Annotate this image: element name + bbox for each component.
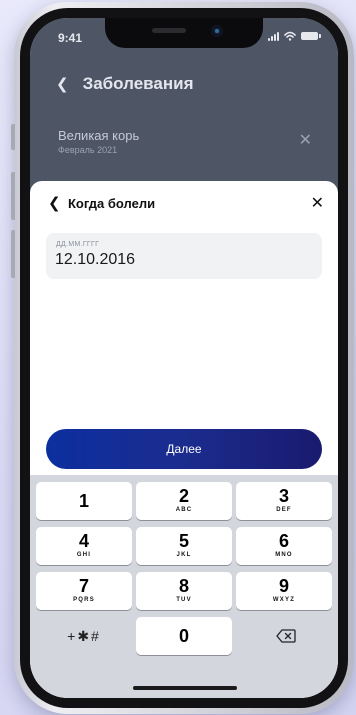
- key-5[interactable]: 5 JKL: [136, 527, 232, 565]
- disease-item-date: Февраль 2021: [58, 145, 118, 155]
- notch: [105, 18, 263, 48]
- delete-backspace-icon: [276, 629, 296, 643]
- key-2[interactable]: 2 ABC: [136, 482, 232, 520]
- volume-up-button: [11, 172, 15, 220]
- speaker-grille: [152, 28, 186, 33]
- background-header: ❮ Заболевания: [56, 74, 194, 94]
- key-digit: 6: [278, 531, 289, 551]
- key-digit: 0: [178, 626, 189, 646]
- status-icons: [268, 31, 321, 41]
- key-digit: 7: [78, 576, 89, 596]
- close-icon[interactable]: ✕: [299, 130, 312, 150]
- key-digit: 1: [78, 491, 89, 511]
- key-digit: 4: [78, 531, 89, 551]
- disease-item-name: Великая корь: [58, 128, 140, 143]
- close-icon[interactable]: ✕: [311, 193, 324, 213]
- back-chevron-icon[interactable]: ❮: [48, 194, 61, 212]
- symbols-key[interactable]: +✱#: [36, 617, 132, 655]
- key-8[interactable]: 8 TUV: [136, 572, 232, 610]
- back-chevron-icon[interactable]: ❮: [56, 75, 69, 93]
- key-letters: GHI: [76, 552, 92, 558]
- battery-icon: [301, 32, 321, 40]
- key-letters: PQRS: [73, 597, 95, 603]
- key-letters: MNO: [275, 552, 293, 558]
- key-7[interactable]: 7 PQRS: [36, 572, 132, 610]
- symbols-label: +✱#: [67, 628, 101, 644]
- date-input-value[interactable]: 12.10.2016: [55, 251, 135, 269]
- key-0[interactable]: 0: [136, 617, 232, 655]
- background-page-title: Заболевания: [82, 74, 194, 93]
- key-letters: DEF: [276, 507, 292, 513]
- key-letters: WXYZ: [272, 597, 296, 603]
- wifi-icon: [284, 31, 296, 41]
- home-indicator: [133, 686, 237, 690]
- key-letters: JKL: [176, 552, 192, 558]
- key-digit: 2: [178, 486, 189, 506]
- status-time: 9:41: [58, 31, 83, 45]
- key-1[interactable]: 1: [36, 482, 132, 520]
- sheet-header: ❮ Когда болели ✕: [30, 181, 338, 227]
- screen: 9:41 ❮ Заболевания Великая корь Февраль …: [30, 18, 338, 698]
- key-digit: 5: [178, 531, 189, 551]
- key-3[interactable]: 3 DEF: [236, 482, 332, 520]
- date-format-hint: ДД.ММ.ГГГГ: [56, 241, 100, 248]
- key-digit: 8: [178, 576, 189, 596]
- key-letters: TUV: [176, 597, 192, 603]
- date-bottom-sheet: ❮ Когда болели ✕ ДД.ММ.ГГГГ 12.10.2016 Д…: [30, 181, 338, 698]
- key-6[interactable]: 6 MNO: [236, 527, 332, 565]
- key-digit: 9: [278, 576, 289, 596]
- key-4[interactable]: 4 GHI: [36, 527, 132, 565]
- date-input-field[interactable]: ДД.ММ.ГГГГ 12.10.2016: [46, 233, 322, 279]
- phone-frame: 9:41 ❮ Заболевания Великая корь Февраль …: [11, 2, 354, 714]
- key-letters: ABC: [175, 507, 193, 513]
- key-9[interactable]: 9 WXYZ: [236, 572, 332, 610]
- silent-switch: [11, 124, 15, 150]
- front-camera: [211, 25, 223, 37]
- next-button[interactable]: Далее: [46, 429, 322, 469]
- delete-key[interactable]: [236, 617, 332, 655]
- volume-down-button: [11, 230, 15, 278]
- key-digit: 3: [278, 486, 289, 506]
- numeric-keypad: 1 2 ABC 3 DEF 4 GHI 5 JKL 6 MNO 7 PQRS 8…: [30, 475, 338, 698]
- sheet-title: Когда болели: [68, 196, 156, 211]
- signal-icon: [268, 31, 279, 41]
